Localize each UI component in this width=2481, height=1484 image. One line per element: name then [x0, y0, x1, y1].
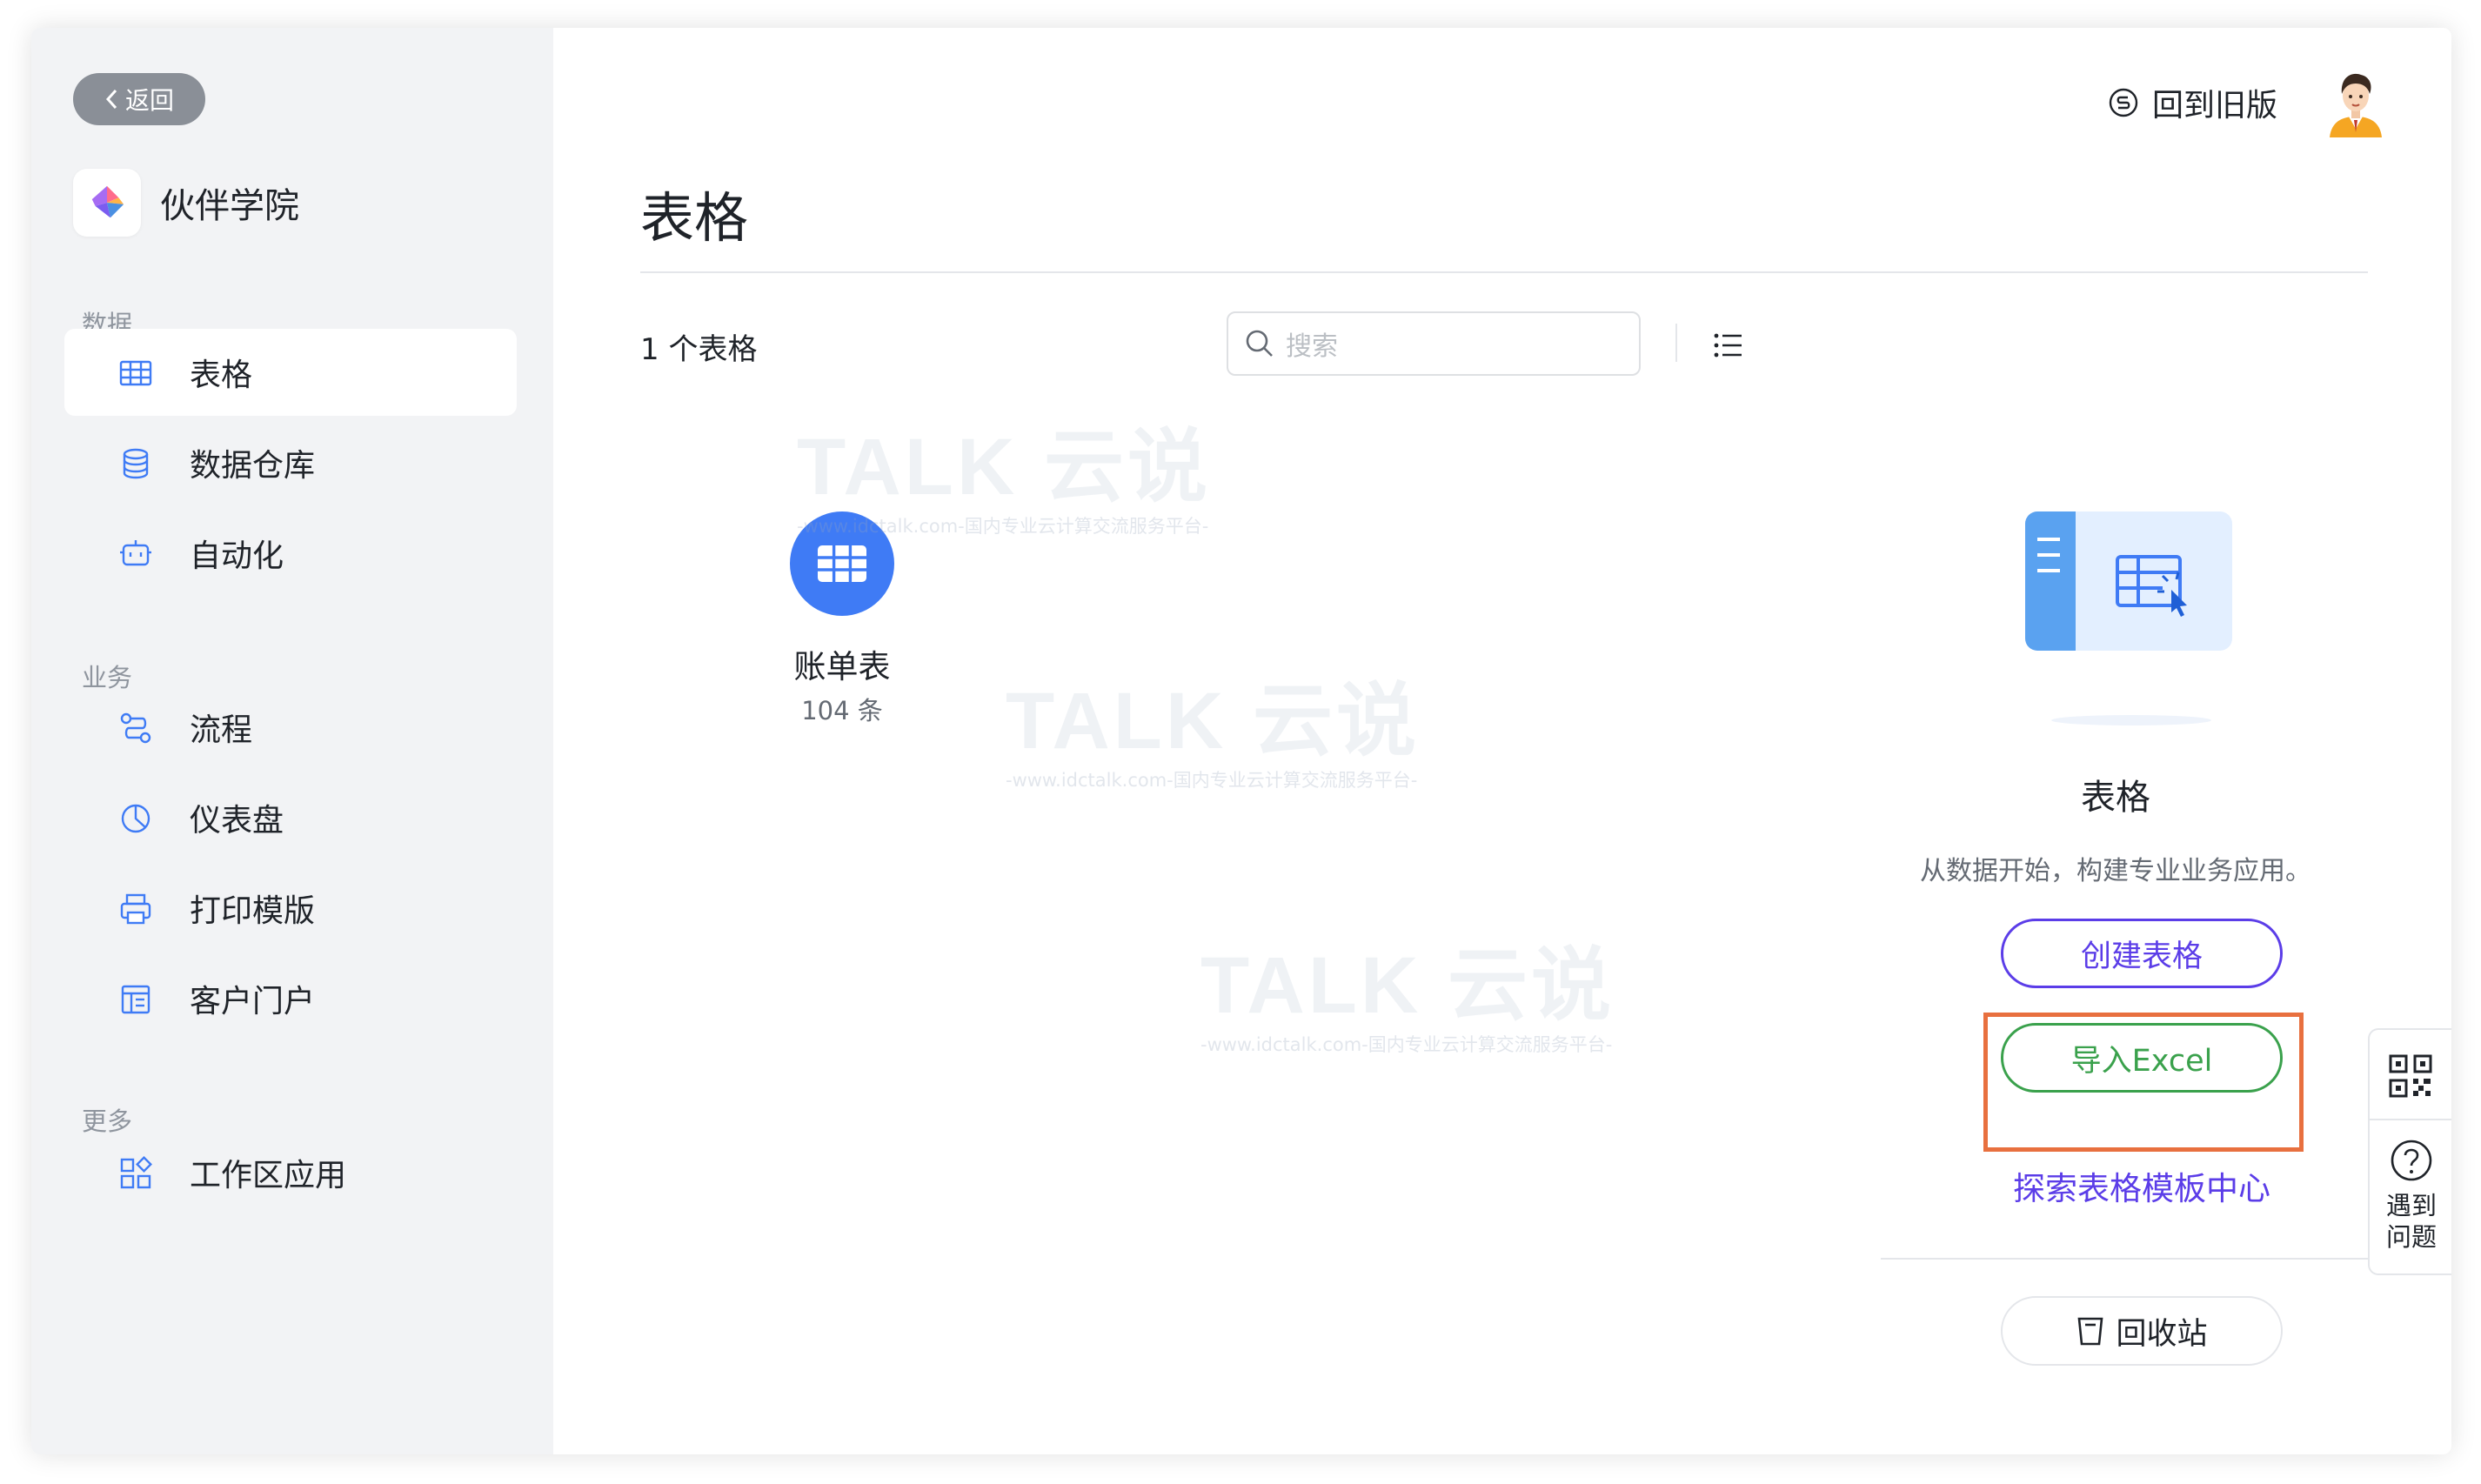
table-info-panel: 表格 从数据开始，构建专业业务应用。 [1846, 28, 2385, 1454]
sidebar-item-label: 打印模版 [190, 893, 316, 929]
recycle-bin-button[interactable]: 回收站 [2001, 1296, 2283, 1366]
sidebar-item-label: 仪表盘 [190, 803, 284, 839]
help-label: 遇到 问题 [2370, 1190, 2451, 1253]
chevron-left-icon [105, 89, 117, 110]
search-input[interactable]: 搜索 [1227, 311, 1641, 376]
database-icon [123, 448, 149, 479]
sidebar-item-label: 流程 [190, 712, 253, 748]
sidebar-item-data-warehouse[interactable]: 数据仓库 [64, 419, 517, 506]
sidebar-item-print-template[interactable]: 打印模版 [64, 865, 517, 952]
app-name: 伙伴学院 [160, 186, 299, 226]
sidebar-item-dashboard[interactable]: 仪表盘 [64, 774, 517, 861]
robot-icon [120, 540, 151, 566]
toolbar-divider [1675, 324, 1677, 362]
table-icon [119, 360, 152, 386]
sidebar-item-customer-portal[interactable]: 客户门户 [64, 955, 517, 1042]
import-excel-button[interactable]: 导入Excel [2001, 1023, 2283, 1093]
recycle-bin-label: 回收站 [2116, 1316, 2208, 1352]
app-logo-icon [73, 169, 141, 237]
help-label-line2: 问题 [2385, 1222, 2437, 1252]
page-title: 表格 [640, 186, 749, 250]
search-icon [1246, 330, 1273, 357]
table-grid-icon [790, 511, 894, 616]
qr-code-icon[interactable] [2389, 1054, 2432, 1098]
portal-icon [121, 985, 150, 1014]
trash-icon [2078, 1317, 2103, 1346]
table-record-count: 104 条 [801, 696, 883, 725]
create-table-button[interactable]: 创建表格 [2001, 919, 2283, 988]
dashboard-icon [121, 804, 150, 833]
help-button[interactable]: 遇到 问题 [2370, 1134, 2451, 1265]
printer-icon [120, 893, 151, 925]
sidebar-item-automation[interactable]: 自动化 [64, 510, 517, 597]
list-view-icon[interactable] [1712, 329, 1745, 362]
table-card[interactable]: 账单表 104 条 [727, 480, 953, 741]
panel-title: 表格 [2081, 778, 2150, 818]
search-placeholder: 搜索 [1286, 331, 1338, 362]
sidebar-item-tables[interactable]: 表格 [64, 329, 517, 416]
apps-icon [120, 1156, 152, 1189]
sidebar-item-workspace-apps[interactable]: 工作区应用 [64, 1129, 517, 1216]
app-window: 返回 伙伴学院 数据 表格 数据仓库 自动化 业务 流程 仪表盘 打印模版 客户… [31, 28, 2451, 1454]
sidebar-item-label: 客户门户 [190, 984, 316, 1019]
sidebar-item-label: 表格 [190, 358, 253, 393]
app-header: 伙伴学院 [73, 169, 299, 237]
table-illustration-icon [2025, 511, 2232, 725]
explore-templates-link[interactable]: 探索表格模板中心 [1945, 1162, 2338, 1209]
sidebar: 返回 伙伴学院 数据 表格 数据仓库 自动化 业务 流程 仪表盘 打印模版 客户… [31, 28, 553, 1454]
sidebar-item-workflow[interactable]: 流程 [64, 684, 517, 771]
back-button[interactable]: 返回 [73, 73, 205, 125]
question-icon [2391, 1140, 2432, 1181]
floating-help-bar: 遇到 问题 [2368, 1028, 2451, 1275]
back-label: 返回 [124, 86, 174, 115]
sidebar-item-label: 自动化 [190, 538, 284, 574]
float-divider [2370, 1119, 2451, 1120]
table-name: 账单表 [793, 648, 891, 685]
table-count: 1 个表格 [640, 332, 758, 367]
workflow-icon [120, 712, 151, 744]
panel-divider [1881, 1258, 2403, 1260]
sidebar-item-label: 数据仓库 [190, 448, 316, 484]
sidebar-item-label: 工作区应用 [190, 1158, 347, 1193]
help-label-line1: 遇到 [2385, 1191, 2437, 1220]
panel-description: 从数据开始，构建专业业务应用。 [1920, 856, 2311, 886]
